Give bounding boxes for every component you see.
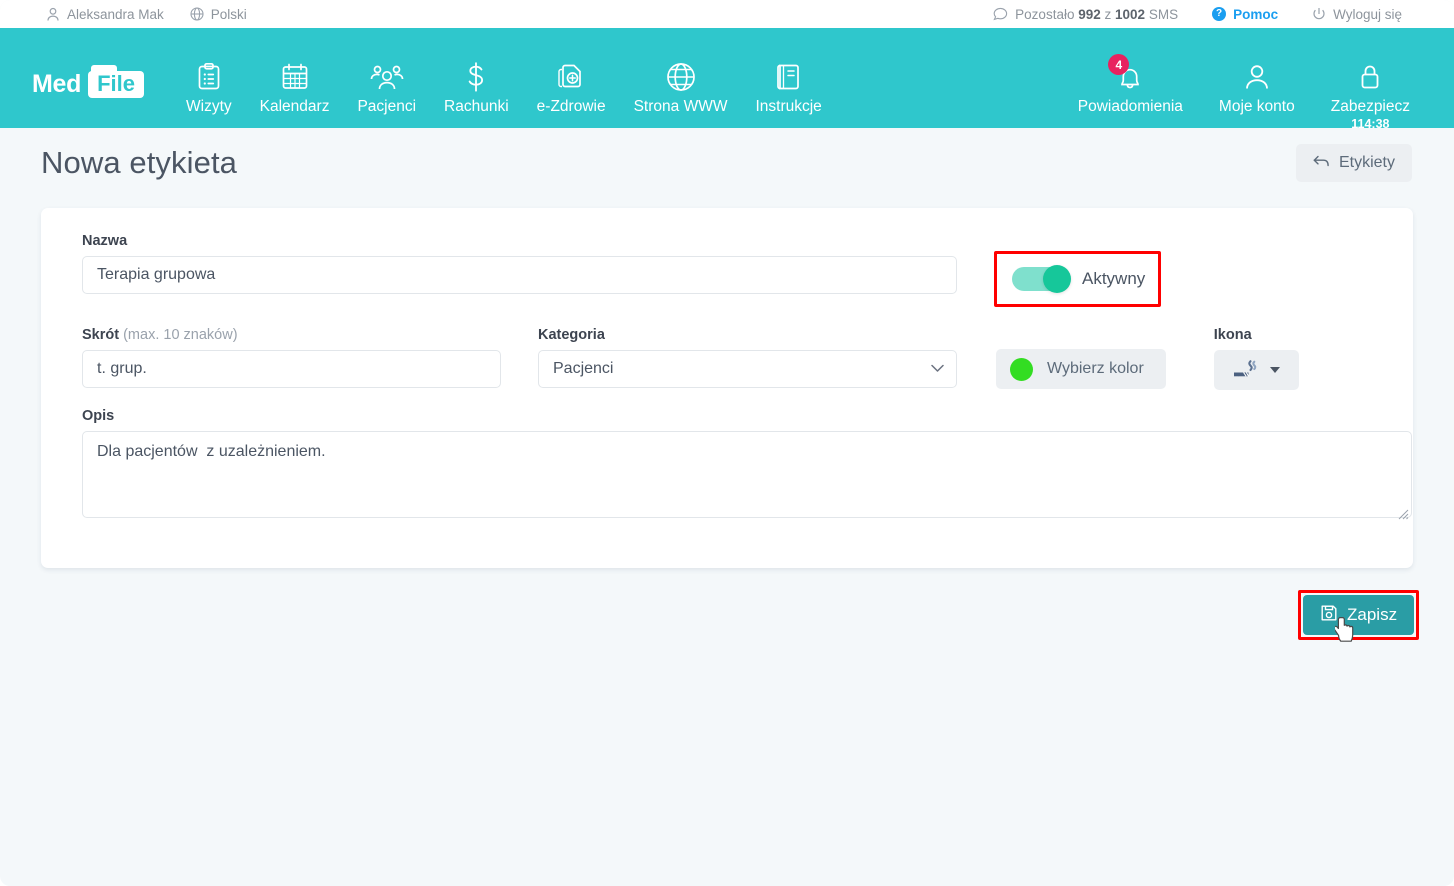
nav-label-ezdrowie-prev: Rachunki [444, 98, 509, 115]
book-icon [775, 58, 803, 96]
topbar-right-group: Pozostało 992 z 1002 SMS ? Pomoc Wyloguj… [993, 7, 1454, 22]
color-swatch-icon [1010, 357, 1033, 381]
sms-prefix: Pozostało [1015, 6, 1079, 22]
form-row-details: Skrót (max. 10 znaków) Kategoria [61, 327, 1393, 390]
nav-items: Wizyty Kalendarz Pacjenci Rachunki e-Zdr… [172, 58, 836, 116]
file-medical-icon [556, 58, 586, 96]
nav-label-strona-www: Strona WWW [633, 98, 728, 115]
nav-label-kalendarz: Kalendarz [259, 98, 330, 115]
nav-right-group: 4 Powiadomienia Moje konto Zabezpiecz 11… [1060, 54, 1454, 131]
icon-field-group: Ikona [1213, 327, 1299, 390]
short-label-main: Skrót [82, 327, 120, 343]
active-toggle[interactable] [1012, 265, 1071, 293]
nav-item-powiadomienia[interactable]: 4 Powiadomienia [1060, 54, 1201, 116]
user-icon [46, 7, 60, 22]
nav-item-wizyty[interactable]: Wizyty [172, 58, 246, 116]
user-name: Aleksandra Mak [67, 6, 164, 22]
calendar-icon [280, 58, 310, 96]
nav-item-rachunki[interactable]: Rachunki [430, 58, 523, 116]
save-floppy-icon [1320, 604, 1338, 627]
clipboard-list-icon [195, 58, 223, 96]
nav-label-powiadomienia: Powiadomienia [1077, 98, 1183, 115]
sms-suffix: SMS [1145, 6, 1179, 22]
globe-icon [665, 58, 697, 96]
name-field-group: Nazwa [82, 233, 957, 294]
name-label: Nazwa [82, 233, 128, 249]
sms-mid: z [1100, 6, 1116, 22]
caret-down-icon [1270, 367, 1281, 373]
power-icon [1312, 7, 1326, 21]
save-button[interactable]: Zapisz [1303, 595, 1415, 635]
app-window: Aleksandra Mak Polski Pozostało 992 z 10 [0, 0, 1454, 886]
label-form-card: Nazwa Aktywny Skrót (max. 10 znaków) Kat… [41, 208, 1413, 568]
dollar-icon [464, 58, 488, 96]
logout-label: Wyloguj się [1333, 6, 1402, 22]
question-circle-icon: ? [1212, 7, 1227, 21]
color-field-group: Wybierz kolor [996, 327, 1166, 389]
active-toggle-highlight: Aktywny [994, 251, 1162, 307]
form-row-name: Nazwa Aktywny [61, 233, 1393, 307]
help-link[interactable]: ? Pomoc [1212, 7, 1278, 22]
main-navigation-bar: Med File Wizyty Kalendarz Pacjenci Rachu… [0, 28, 1454, 131]
app-logo[interactable]: Med File [32, 65, 145, 99]
page-title: Nowa etykieta [41, 145, 238, 180]
logo-text-file: File [88, 65, 145, 98]
help-label: Pomoc [1233, 6, 1279, 22]
toggle-knob [1043, 265, 1071, 293]
nav-item-instrukcje[interactable]: Instrukcje [741, 58, 835, 116]
category-select-wrap [538, 350, 957, 388]
category-label: Kategoria [538, 327, 605, 343]
nav-item-zabezpiecz[interactable]: Zabezpiecz 114:38 [1313, 58, 1428, 131]
description-textarea-wrap [82, 431, 1412, 523]
smoking-icon [1232, 359, 1258, 382]
nav-item-pacjenci[interactable]: Pacjenci [343, 58, 430, 116]
category-field-group: Kategoria [538, 327, 957, 388]
sms-counter: Pozostało 992 z 1002 SMS [993, 7, 1178, 22]
short-field-group: Skrót (max. 10 znaków) [82, 327, 501, 388]
language-selector[interactable]: Polski [190, 7, 247, 22]
nav-item-moje-konto[interactable]: Moje konto [1201, 58, 1313, 116]
lock-icon [1357, 58, 1383, 96]
topbar-left-group: Aleksandra Mak Polski [0, 7, 247, 22]
current-user[interactable]: Aleksandra Mak [46, 7, 164, 22]
back-button-label: Etykiety [1338, 154, 1395, 171]
nav-label-zabezpiecz: Zabezpiecz [1330, 98, 1410, 115]
nav-item-e-zdrowie[interactable]: e-Zdrowie [523, 58, 620, 116]
language-label: Polski [210, 6, 247, 22]
short-label: Skrót (max. 10 znaków) [82, 327, 501, 343]
icon-picker-button[interactable] [1213, 350, 1299, 390]
choose-color-button[interactable]: Wybierz kolor [996, 349, 1166, 389]
nav-label-wizyty: Wizyty [186, 98, 232, 115]
short-label-hint: (max. 10 znaków) [119, 327, 238, 343]
page-header: Nowa etykieta Etykiety [0, 128, 1454, 198]
users-icon [370, 58, 404, 96]
category-select[interactable] [538, 350, 957, 388]
user-circle-icon [1243, 58, 1271, 96]
logo-text-med: Med [32, 70, 82, 98]
icon-label: Ikona [1213, 327, 1252, 343]
nav-label-moje-konto: Moje konto [1218, 98, 1295, 115]
nav-label-e-zdrowie: e-Zdrowie [536, 98, 606, 115]
nav-item-kalendarz[interactable]: Kalendarz [246, 58, 344, 116]
top-utility-bar: Aleksandra Mak Polski Pozostało 992 z 10 [0, 0, 1454, 28]
choose-color-label: Wybierz kolor [1047, 360, 1144, 377]
globe-icon [190, 7, 204, 21]
short-input[interactable] [82, 350, 501, 388]
chat-bubble-icon [993, 7, 1008, 21]
nav-label-pacjenci: Pacjenci [357, 98, 417, 115]
name-input[interactable] [82, 256, 957, 294]
description-field-group: Opis [82, 408, 1412, 523]
nav-label-instrukcje: Instrukcje [755, 98, 822, 115]
save-button-label: Zapisz [1347, 605, 1398, 624]
back-to-labels-button[interactable]: Etykiety [1295, 144, 1412, 182]
active-toggle-label: Aktywny [1082, 269, 1146, 288]
sms-remaining: 992 [1078, 6, 1101, 22]
nav-item-strona-www[interactable]: Strona WWW [620, 58, 742, 116]
logout-link[interactable]: Wyloguj się [1312, 7, 1402, 22]
save-button-highlight: Zapisz [1298, 590, 1420, 640]
description-label: Opis [82, 408, 115, 424]
description-textarea[interactable] [82, 431, 1412, 518]
arrow-back-icon [1313, 154, 1330, 173]
sms-total: 1002 [1115, 6, 1146, 22]
